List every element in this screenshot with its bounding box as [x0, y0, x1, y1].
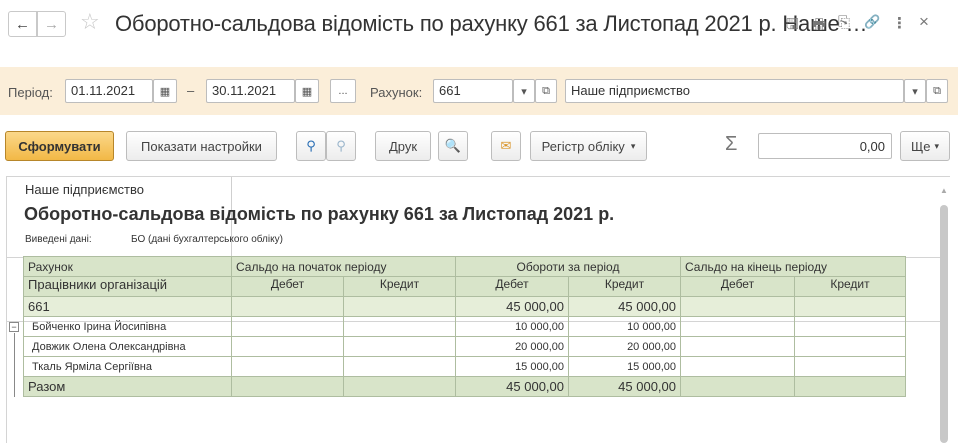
command-bar: Сформувати Показати настройки ⚲ ⚲ Друк 🔍… — [0, 129, 958, 163]
report-spreadsheet[interactable]: Наше підприємство Оборотно-сальдова відо… — [6, 176, 950, 443]
preview-icon[interactable]: ⎘ — [838, 14, 850, 31]
date-separator: – — [187, 83, 195, 98]
sum-field: 0,00 — [758, 133, 892, 159]
group-turnover-credit: 45 000,00 — [568, 296, 681, 317]
total-label: Разом — [23, 376, 232, 397]
filter-bar: Період: 01.11.2021 ▦ – 30.11.2021 ▦ ... … — [0, 67, 958, 115]
account-dropdown-button[interactable]: ▾ — [513, 79, 535, 103]
account-input[interactable]: 661 — [433, 79, 513, 103]
save-icon[interactable]: 🖫 — [786, 14, 799, 39]
link-icon[interactable]: 🔗 — [864, 14, 880, 30]
group-row[interactable]: 661 45 000,00 45 000,00 — [23, 296, 906, 317]
email-icon: ✉ — [500, 138, 512, 153]
turnover-credit: 10 000,00 — [568, 316, 681, 337]
employee-name: Бойченко Ірина Йосипівна — [23, 316, 232, 337]
table-row[interactable]: Бойченко Ірина Йосипівна 10 000,00 10 00… — [23, 316, 906, 337]
vertical-scrollbar[interactable] — [940, 205, 948, 443]
company-input[interactable]: Наше підприємство — [565, 79, 904, 103]
print-button[interactable]: Друк — [375, 131, 431, 161]
register-dropdown-button[interactable]: Регістр обліку ▾ — [530, 131, 647, 161]
turnover-credit: 15 000,00 — [568, 356, 681, 377]
register-label: Регістр обліку — [541, 138, 625, 154]
closing-debit-header: Дебет — [680, 276, 795, 297]
employee-name: Ткаль Ярміла Сергіївна — [23, 356, 232, 377]
print-icon[interactable]: 🖶 — [812, 14, 826, 39]
table-row[interactable]: Ткаль Ярміла Сергіївна 15 000,00 15 000,… — [23, 356, 906, 377]
opening-balance-header: Сальдо на початок періоду — [231, 256, 456, 277]
more-label: Ще — [911, 138, 931, 154]
search-cancel-icon: ⚲ — [336, 138, 346, 153]
window-title: Оборотно-сальдова відомість по рахунку 6… — [115, 11, 868, 36]
group-turnover-debit: 45 000,00 — [455, 296, 569, 317]
header-row: Рахунок Сальдо на початок періоду Оборот… — [23, 256, 906, 277]
total-turnover-debit: 45 000,00 — [455, 376, 569, 397]
company-dropdown-button[interactable]: ▾ — [904, 79, 926, 103]
search-cancel-button[interactable]: ⚲ — [326, 131, 356, 161]
arrow-left-icon: ← — [15, 15, 30, 33]
calendar-icon: ▦ — [159, 85, 171, 98]
subheader-row: Працівники організацій Дебет Кредит Дебе… — [23, 276, 906, 297]
total-row[interactable]: Разом 45 000,00 45 000,00 — [23, 376, 906, 397]
shown-data-value: БО (дані бухгалтерського обліку) — [131, 234, 283, 245]
preview-icon: 🔍 — [444, 138, 462, 153]
period-label: Період: — [8, 85, 53, 100]
preview-button[interactable]: 🔍 — [438, 131, 468, 161]
tree-line — [14, 333, 15, 397]
turnover-debit: 15 000,00 — [455, 356, 569, 377]
open-icon: ⧉ — [933, 84, 941, 97]
favorite-star-icon[interactable]: ☆ — [80, 9, 100, 35]
report-organization: Наше підприємство — [25, 182, 144, 197]
employee-name: Довжик Олена Олександрівна — [23, 336, 232, 357]
table-row[interactable]: Довжик Олена Олександрівна 20 000,00 20 … — [23, 336, 906, 357]
chevron-down-icon: ▾ — [630, 140, 636, 151]
company-open-button[interactable]: ⧉ — [926, 79, 948, 103]
account-open-button[interactable]: ⧉ — [535, 79, 557, 103]
calendar-to-button[interactable]: ▦ — [295, 79, 319, 103]
chevron-down-icon: ▾ — [521, 85, 527, 98]
more-menu-icon[interactable]: ⋮ — [892, 14, 907, 32]
closing-balance-header: Сальдо на кінець періоду — [680, 256, 906, 277]
opening-credit-header: Кредит — [343, 276, 456, 297]
open-icon: ⧉ — [542, 84, 550, 97]
report-table: Рахунок Сальдо на початок періоду Оборот… — [23, 256, 906, 397]
account-header: Рахунок — [23, 256, 232, 277]
calendar-from-button[interactable]: ▦ — [153, 79, 177, 103]
scroll-up-arrow-icon[interactable]: ▲ — [940, 186, 948, 195]
date-to-input[interactable]: 30.11.2021 — [206, 79, 295, 103]
close-icon[interactable]: × — [919, 12, 929, 32]
chevron-down-icon: ▾ — [934, 140, 939, 151]
back-button[interactable]: ← — [8, 11, 37, 37]
sum-icon: Σ — [725, 133, 738, 155]
calendar-icon: ▦ — [301, 85, 313, 98]
arrow-right-icon: → — [44, 15, 59, 33]
forward-button[interactable]: → — [37, 11, 66, 37]
collapse-group-toggle[interactable]: − — [9, 322, 19, 332]
turnover-debit: 10 000,00 — [455, 316, 569, 337]
account-label: Рахунок: — [370, 85, 423, 100]
turnover-credit: 20 000,00 — [568, 336, 681, 357]
report-title: Оборотно-сальдова відомість по рахунку 6… — [24, 204, 615, 224]
opening-debit-header: Дебет — [231, 276, 344, 297]
total-turnover-credit: 45 000,00 — [568, 376, 681, 397]
search-icon: ⚲ — [306, 138, 316, 153]
group-account: 661 — [23, 296, 232, 317]
turnover-debit: 20 000,00 — [455, 336, 569, 357]
date-from-input[interactable]: 01.11.2021 — [65, 79, 153, 103]
email-button[interactable]: ✉ — [491, 131, 521, 161]
chevron-down-icon: ▾ — [912, 85, 918, 98]
turnover-credit-header: Кредит — [568, 276, 681, 297]
turnover-debit-header: Дебет — [455, 276, 569, 297]
show-settings-button[interactable]: Показати настройки — [126, 131, 277, 161]
shown-data-label: Виведені дані: — [25, 234, 92, 245]
search-button[interactable]: ⚲ — [296, 131, 326, 161]
more-actions-button[interactable]: Ще ▾ — [900, 131, 950, 161]
period-select-button[interactable]: ... — [330, 79, 356, 103]
employees-header: Працівники організацій — [23, 276, 232, 297]
generate-button[interactable]: Сформувати — [5, 131, 114, 161]
closing-credit-header: Кредит — [794, 276, 906, 297]
turnover-header: Обороти за період — [455, 256, 681, 277]
title-bar: ← → ☆ Оборотно-сальдова відомість по рах… — [0, 0, 958, 50]
